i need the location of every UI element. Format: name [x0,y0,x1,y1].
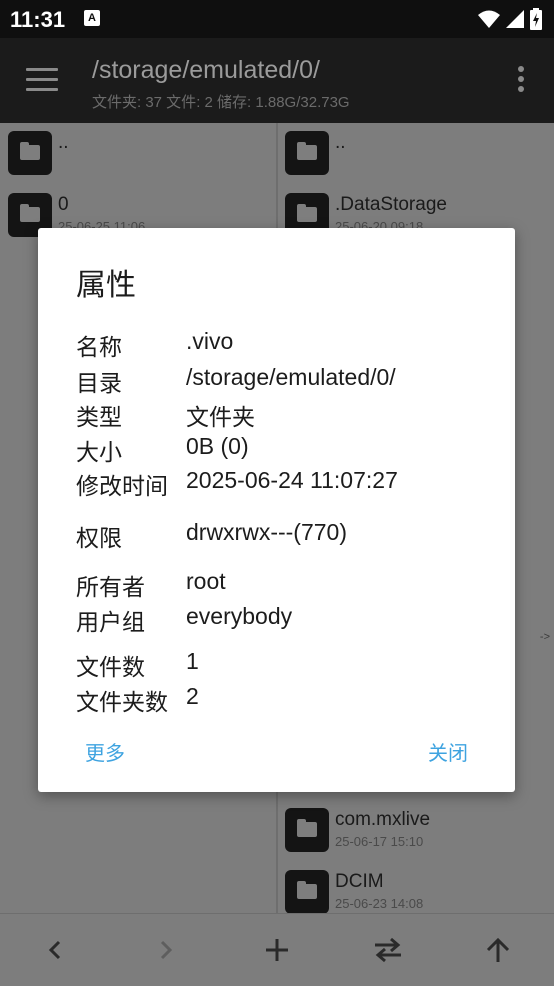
wifi-icon [478,10,500,28]
prop-label-file-count: 文件数 [76,654,145,680]
file-name: .. [335,132,346,153]
prop-value-modified: 2025-06-24 11:07:27 [186,467,398,493]
forward-icon [160,940,173,960]
list-item[interactable]: com.mxlive 25-06-17 15:10 [285,808,430,864]
file-name: DCIM [335,871,384,892]
file-name: .DataStorage [335,194,447,215]
arrow-hint: -> [539,631,550,643]
add-icon [266,939,288,961]
prop-label-size: 大小 [76,439,122,465]
prop-label-permissions: 权限 [76,525,122,551]
forward-button[interactable] [146,932,186,968]
folder-icon [8,131,52,175]
prop-label-name: 名称 [76,334,122,360]
file-date: 25-06-17 15:10 [335,834,424,849]
close-button[interactable]: 关闭 [428,737,468,766]
up-icon [486,937,510,962]
signal-icon [506,10,524,28]
add-button[interactable] [257,932,297,968]
properties-dialog: 属性 名称 .vivo 目录 /storage/emulated/0/ 类型 文… [38,228,515,792]
file-name: com.mxlive [335,809,431,830]
folder-icon [285,131,329,175]
bottom-toolbar [0,913,554,986]
app-bar: /storage/emulated/0/ 文件夹: 37 文件: 2 储存: 1… [0,38,554,123]
back-icon [48,940,61,960]
folder-icon [285,870,329,914]
prop-value-folder-count: 2 [186,683,199,709]
current-path: /storage/emulated/0/ [92,56,320,84]
prop-label-group: 用户组 [76,609,145,635]
prop-label-folder-count: 文件夹数 [76,689,168,715]
prop-value-group: everybody [186,603,293,629]
prop-label-type: 类型 [76,404,122,430]
status-bar: 11:31 A [0,0,554,38]
prop-value-name: .vivo [186,328,234,354]
battery-icon [530,8,542,30]
up-button[interactable] [478,932,518,968]
folder-icon [285,808,329,852]
prop-value-owner: root [186,568,226,594]
notification-icon: A [84,10,100,26]
file-name: 0 [58,194,69,215]
prop-value-permissions: drwxrwx---(770) [186,519,347,545]
prop-value-file-count: 1 [186,648,199,674]
list-item[interactable]: .. [8,131,69,187]
file-date: 25-06-23 14:08 [335,896,424,911]
status-time: 11:31 [10,7,66,32]
prop-value-size: 0B (0) [186,433,249,459]
prop-value-type: 文件夹 [186,404,255,430]
swap-button[interactable] [368,932,408,968]
storage-summary: 文件夹: 37 文件: 2 储存: 1.88G/32.73G [92,94,350,111]
file-name: .. [58,132,69,153]
prop-label-directory: 目录 [76,370,122,396]
swap-icon [375,937,401,963]
list-item[interactable]: .. [285,131,346,187]
status-icons [478,8,542,30]
more-options-icon[interactable] [518,66,524,94]
prop-label-owner: 所有者 [76,574,145,600]
prop-value-directory: /storage/emulated/0/ [186,364,396,390]
prop-label-modified: 修改时间 [76,473,168,499]
hamburger-menu-icon[interactable] [26,68,58,92]
back-button[interactable] [35,932,75,968]
more-button[interactable]: 更多 [85,737,125,766]
dialog-title: 属性 [76,269,136,302]
